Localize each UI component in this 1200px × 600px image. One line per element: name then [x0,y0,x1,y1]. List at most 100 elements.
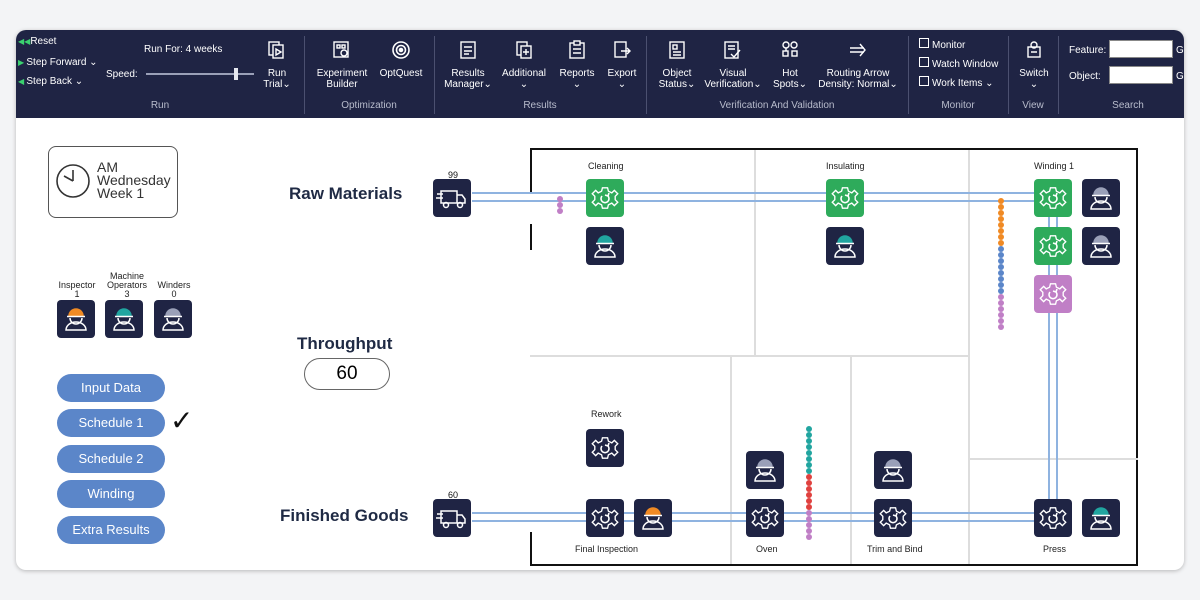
monitor-button[interactable]: Monitor [919,38,965,51]
extra-results-button[interactable]: Extra Results [57,516,165,544]
additional-button[interactable]: Additional ⌄ [498,68,550,90]
export-button[interactable]: Export ⌄ [602,68,642,90]
winding-3-machine-icon[interactable] [1034,275,1072,313]
step-forward-button[interactable]: ▶ Step Forward ⌄ [18,57,98,68]
finished-goods-label: Finished Goods [280,506,409,525]
raw-materials-label: Raw Materials [289,184,403,203]
throughput-value: 60 [304,358,390,390]
clock-week: Week 1 [97,185,145,201]
inspector-worker-icon[interactable] [634,499,672,537]
insulating-machine-icon[interactable] [826,179,864,217]
cleaning-operator-icon[interactable] [586,227,624,265]
hot-spots-icon [780,40,800,60]
feature-label: Feature: [1069,45,1107,56]
monitor-group-label: Monitor [941,100,975,111]
app-window: ◀◀Reset ▶ Step Forward ⌄ ◀ Step Back ⌄ R… [16,30,1184,570]
run-for-label[interactable]: Run For: 4 weeks [144,44,222,55]
visual-verification-icon [722,40,742,60]
schedule-1-button[interactable]: Schedule 1 [57,409,165,437]
station-label-trim-and-bind: Trim and Bind [867,544,923,554]
partition [530,355,970,357]
resource-label-inspector: Inspector 1 [58,280,96,299]
switch-button[interactable]: Switch ⌄ [1012,68,1056,90]
reports-icon [567,40,587,60]
work-item-dot [806,534,812,540]
simulation-canvas: AM Wednesday Week 1 Inspector 1 Machine … [16,118,1184,570]
object-search-input[interactable] [1109,66,1173,84]
station-label-final-inspection: Final Inspection [575,544,639,554]
visual-verification-button[interactable]: Visual Verification⌄ [702,68,764,90]
partition [968,150,970,564]
station-label-insulating: Insulating [826,161,865,171]
watch-window-button[interactable]: Watch Window [919,57,998,70]
ribbon-toolbar: ◀◀Reset ▶ Step Forward ⌄ ◀ Step Back ⌄ R… [16,30,1184,118]
final-inspection-machine-icon[interactable] [586,499,624,537]
winder-2-icon[interactable] [1082,227,1120,265]
speed-label: Speed: [106,69,138,80]
optquest-icon [391,40,411,60]
rework-machine-icon[interactable] [586,429,624,467]
view-group-label: View [1022,100,1044,111]
export-icon [612,40,632,60]
results-manager-icon [458,40,478,60]
experiment-builder-button[interactable]: Experiment Builder [312,68,372,90]
optimization-group-label: Optimization [341,100,397,111]
optquest-button[interactable]: OptQuest [376,68,426,79]
building-wall-right [1136,148,1138,566]
winding-button[interactable]: Winding [57,480,165,508]
input-data-button[interactable]: Input Data [57,374,165,402]
object-label: Object: [1069,71,1101,82]
switch-icon [1024,40,1044,60]
hot-spots-button[interactable]: Hot Spots⌄ [768,68,812,90]
work-item-dot [557,208,563,214]
step-back-button[interactable]: ◀ Step Back ⌄ [18,76,83,87]
trim-operator-icon[interactable] [874,451,912,489]
schedule-2-button[interactable]: Schedule 2 [57,445,165,473]
winding-1-machine-icon[interactable] [1034,179,1072,217]
resource-label-machine-operators: Machine Operators 3 [106,271,148,299]
oven-machine-icon[interactable] [746,499,784,537]
work-items-button[interactable]: Work Items ⌄ [919,76,994,89]
building-wall-left-mid [530,224,532,250]
cleaning-machine-icon[interactable] [586,179,624,217]
raw-materials-truck-icon[interactable] [433,179,471,217]
press-operator-icon[interactable] [1082,499,1120,537]
insulating-operator-icon[interactable] [826,227,864,265]
experiment-builder-icon [332,40,352,60]
station-label-press: Press [1043,544,1067,554]
trim-and-bind-machine-icon[interactable] [874,499,912,537]
machine-operators-resource-tile[interactable] [105,300,143,338]
search-group-label: Search [1112,100,1144,111]
building-wall-bottom [530,564,1138,566]
press-machine-icon[interactable] [1034,499,1072,537]
station-label-winding-1: Winding 1 [1034,161,1075,171]
partition [754,150,756,355]
oven-operator-icon[interactable] [746,451,784,489]
run-trial-icon [267,40,287,60]
resource-label-winders: Winders 0 [157,280,191,299]
object-go-button[interactable]: G [1176,71,1184,82]
feature-go-button[interactable]: G [1176,45,1184,56]
finished-goods-truck-icon[interactable] [433,499,471,537]
object-status-button[interactable]: Object Status⌄ [652,68,702,90]
speed-slider-thumb[interactable] [234,68,238,80]
station-label-rework: Rework [591,409,622,419]
feature-search-input[interactable] [1109,40,1173,58]
reset-button[interactable]: ◀◀Reset [18,36,56,47]
winders-resource-tile[interactable] [154,300,192,338]
partition [730,357,732,564]
run-trial-button[interactable]: Run Trial⌄ [260,68,294,90]
additional-icon [514,40,534,60]
reports-button[interactable]: Reports ⌄ [554,68,600,90]
routing-arrow-icon [848,40,868,60]
winding-2-machine-icon[interactable] [1034,227,1072,265]
inspector-resource-tile[interactable] [57,300,95,338]
work-item-dot [998,324,1004,330]
winder-1-icon[interactable] [1082,179,1120,217]
reset-icon: ◀◀ [18,37,31,46]
building-wall-left-bottom [530,532,532,566]
results-manager-button[interactable]: Results Manager⌄ [442,68,494,90]
station-label-oven: Oven [756,544,778,554]
routing-arrow-density-button[interactable]: Routing Arrow Density: Normal⌄ [816,68,900,90]
monitor-icon [919,38,929,48]
